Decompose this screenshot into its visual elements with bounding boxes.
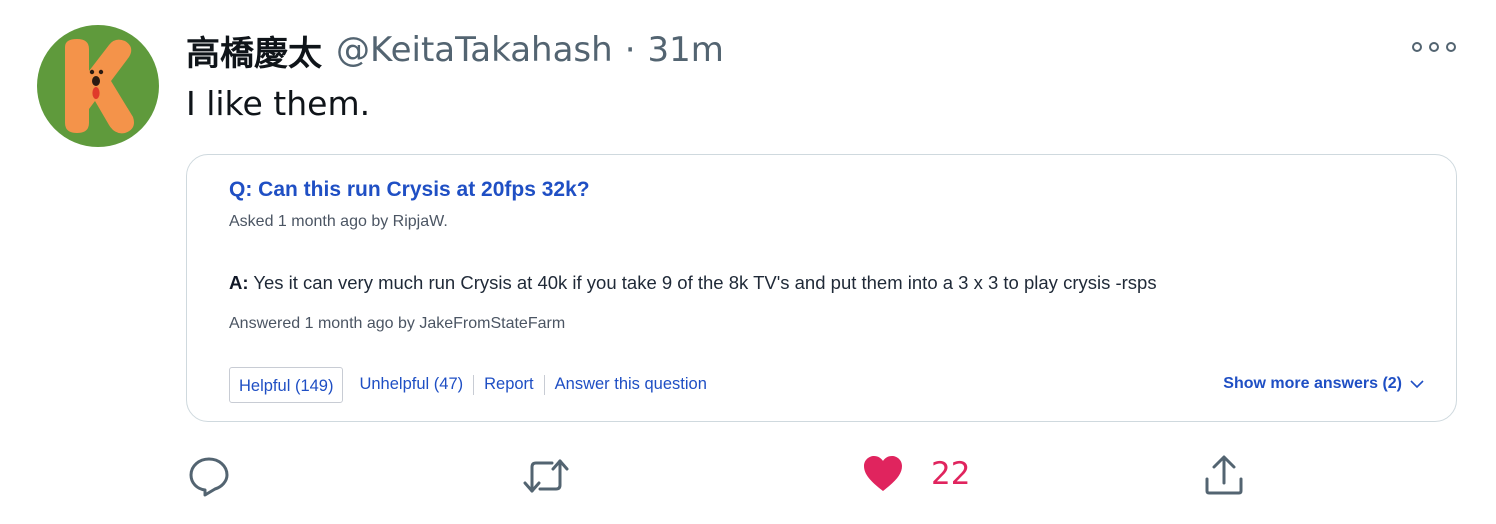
show-more-answers[interactable]: Show more answers (2) — [1223, 375, 1424, 393]
show-more-label: Show more answers (2) — [1223, 375, 1402, 392]
user-handle[interactable]: @KeitaTakahash — [336, 30, 613, 70]
answer-text: A: Yes it can very much run Crysis at 40… — [229, 272, 1157, 294]
answered-meta: Answered 1 month ago by JakeFromStateFar… — [229, 315, 566, 332]
chevron-down-icon — [1410, 380, 1424, 389]
k-letter-avatar-icon — [65, 39, 134, 134]
answer-question-link[interactable]: Answer this question — [545, 375, 717, 394]
unhelpful-link[interactable]: Unhelpful (47) — [349, 375, 473, 394]
avatar[interactable] — [37, 25, 159, 147]
more-dot — [1412, 42, 1422, 52]
separator-dot: · — [624, 30, 636, 70]
share-icon[interactable] — [1202, 453, 1246, 497]
like-count[interactable]: 22 — [931, 456, 970, 492]
tweet-header: 高橋慶太 @KeitaTakahash · 31m — [186, 26, 724, 74]
question-title: Q: Can this run Crysis at 20fps 32k? — [229, 178, 590, 201]
heart-icon[interactable] — [862, 453, 904, 495]
answer-prefix: A: — [229, 272, 249, 293]
answer-body: Yes it can very much run Crysis at 40k i… — [248, 272, 1157, 293]
helpful-button[interactable]: Helpful (149) — [229, 366, 344, 403]
more-options-icon[interactable] — [1412, 35, 1456, 59]
asked-meta: Asked 1 month ago by RipjaW. — [229, 213, 448, 230]
answer-actions: Helpful (149) Unhelpful (47) Report Answ… — [229, 366, 717, 403]
timestamp[interactable]: 31m — [648, 30, 724, 70]
more-dot — [1446, 42, 1456, 52]
more-dot — [1429, 42, 1439, 52]
qa-card-image[interactable]: Q: Can this run Crysis at 20fps 32k? Ask… — [186, 154, 1457, 422]
tweet-text: I like them. — [186, 84, 371, 123]
report-link[interactable]: Report — [474, 375, 544, 394]
retweet-icon[interactable] — [522, 455, 570, 497]
reply-icon[interactable] — [188, 455, 230, 497]
display-name[interactable]: 高橋慶太 — [186, 26, 322, 75]
